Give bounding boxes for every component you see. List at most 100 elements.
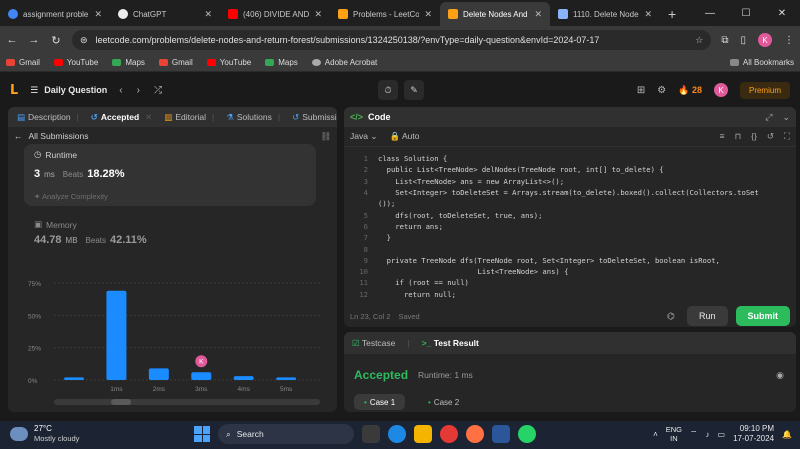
shuffle-icon[interactable]: ⤮ [154, 85, 162, 96]
tab-testcase[interactable]: ☑ Testcase [352, 338, 395, 349]
code-line[interactable]: 8 [344, 243, 796, 254]
case-1-tab[interactable]: • Case 1 [354, 394, 406, 410]
code-line[interactable]: 6 return ans; [344, 221, 796, 232]
tab-editorial[interactable]: ▥ Editorial | [159, 112, 219, 123]
reload-icon[interactable]: ↻ [50, 34, 62, 47]
extensions-icon[interactable]: ⧉ [721, 35, 728, 46]
user-avatar[interactable]: K [713, 83, 728, 97]
browser-tab[interactable]: (406) DIVIDE AND ✕ [220, 2, 330, 26]
close-icon[interactable]: ✕ [534, 9, 542, 20]
edge-icon[interactable] [388, 425, 406, 443]
close-icon[interactable]: ✕ [145, 112, 152, 123]
premium-button[interactable]: Premium [739, 81, 790, 99]
chart-bar[interactable] [64, 377, 84, 380]
windows-start-icon[interactable] [194, 426, 210, 442]
notification-bell-icon[interactable]: 🔔 [782, 430, 792, 439]
site-info-icon[interactable]: ⊜ [80, 35, 88, 46]
close-icon[interactable]: ✕ [94, 9, 102, 20]
close-icon[interactable]: ✕ [204, 9, 212, 20]
link-icon[interactable]: ⛓ [320, 131, 331, 142]
bookmark-gmail[interactable]: Gmail [158, 58, 193, 67]
layout-icon[interactable]: ⊞ [637, 85, 645, 96]
word-icon[interactable] [492, 425, 510, 443]
eye-icon[interactable]: ◉ [776, 370, 784, 381]
back-arrow-icon[interactable]: ← [14, 131, 23, 141]
prev-question-icon[interactable]: ‹ [119, 85, 122, 96]
fullscreen-icon[interactable]: ⛶ [784, 131, 790, 142]
run-button[interactable]: Run [686, 306, 728, 326]
all-bookmarks[interactable]: All Bookmarks [729, 58, 794, 67]
code-line[interactable]: 4 Set<Integer> toDeleteSet = Arrays.stre… [344, 187, 796, 198]
debug-icon[interactable]: ⌬ [667, 311, 675, 322]
all-submissions-link[interactable]: All Submissions [29, 131, 89, 141]
chrome-profile-icon[interactable] [466, 425, 484, 443]
address-bar[interactable]: ⊜ leetcode.com/problems/delete-nodes-and… [72, 30, 712, 50]
tab-solutions[interactable]: ⚗ Solutions | [221, 112, 285, 123]
close-icon[interactable]: ✕ [314, 9, 322, 20]
memory-label[interactable]: ▣ Memory [34, 219, 77, 230]
maximize-button[interactable]: ☐ [728, 8, 764, 19]
clock[interactable]: 09:10 PM 17-07-2024 [733, 424, 774, 444]
collapse-icon[interactable]: ⌄ [782, 112, 790, 123]
next-question-icon[interactable]: › [137, 85, 140, 96]
browser-tab-active[interactable]: Delete Nodes And ✕ [440, 2, 550, 26]
code-line[interactable]: 3 List<TreeNode> ans = new ArrayList<>()… [344, 176, 796, 187]
code-line[interactable]: 11 if (root == null) [344, 277, 796, 288]
bookmark-star-icon[interactable]: ☆ [695, 35, 703, 46]
runtime-distribution-chart[interactable]: 75% 50% 25% 0% K 1ms 2ms 3ms 4ms 5ms [8, 277, 337, 412]
language-indicator[interactable]: ENG IN [666, 425, 682, 443]
chart-scrollbar-thumb[interactable] [111, 399, 131, 405]
reset-icon[interactable]: ↺ [767, 131, 774, 142]
chart-bar[interactable] [276, 377, 297, 380]
chart-bar[interactable] [233, 376, 254, 380]
code-line[interactable]: 7 } [344, 232, 796, 243]
back-icon[interactable]: ← [6, 34, 18, 46]
browser-tab[interactable]: Problems - LeetCo ✕ [330, 2, 440, 26]
sidebar-icon[interactable]: ▯ [740, 35, 746, 46]
file-explorer-icon[interactable] [414, 425, 432, 443]
close-icon[interactable]: ✕ [644, 9, 652, 20]
browser-tab[interactable]: assignment proble ✕ [0, 2, 110, 26]
language-select[interactable]: Java ⌄ [350, 131, 377, 142]
daily-question-link[interactable]: ☰ Daily Question [30, 85, 107, 96]
case-2-tab[interactable]: • Case 2 [418, 394, 469, 410]
tab-accepted[interactable]: ↺ Accepted ✕ [86, 112, 158, 123]
volume-icon[interactable]: ♪ [706, 430, 710, 439]
bookmark-icon[interactable]: ⊓ [735, 131, 742, 142]
close-icon[interactable]: ✕ [424, 9, 432, 20]
chrome-icon[interactable] [440, 425, 458, 443]
browser-tab[interactable]: ChatGPT ✕ [110, 2, 220, 26]
code-line[interactable]: 1 class Solution { [344, 153, 796, 164]
menu-icon[interactable]: ⋮ [784, 35, 794, 46]
wifi-icon[interactable]: ⌔ [690, 429, 698, 439]
code-line[interactable]: 10 List<TreeNode> ans) { [344, 266, 796, 277]
bookmark-maps[interactable]: Maps [265, 58, 298, 67]
code-line[interactable]: 2 public List<TreeNode> delNodes(TreeNod… [344, 164, 796, 175]
task-view-icon[interactable] [362, 425, 380, 443]
leetcode-logo-icon[interactable]: ᒪ [10, 82, 18, 98]
code-line[interactable]: ()); [344, 198, 796, 209]
new-tab-button[interactable]: + [660, 2, 684, 26]
tab-description[interactable]: ▤ Description | [12, 112, 84, 123]
maximize-icon[interactable]: ⤢ [765, 112, 772, 123]
auto-mode-toggle[interactable]: 🔒 Auto [389, 131, 419, 142]
minimize-button[interactable]: — [692, 8, 728, 19]
code-line[interactable]: 5 dfs(root, toDeleteSet, true, ans); [344, 209, 796, 220]
notes-icon[interactable]: ✎ [404, 80, 424, 100]
profile-avatar[interactable]: K [758, 33, 772, 47]
bookmark-gmail[interactable]: Gmail [6, 58, 40, 67]
code-editor[interactable]: 1 class Solution {2 public List<TreeNode>… [344, 153, 796, 303]
timer-icon[interactable]: ⏱ [378, 80, 398, 100]
close-window-button[interactable]: ✕ [764, 8, 800, 19]
submit-button[interactable]: Submit [735, 306, 790, 326]
bookmark-maps[interactable]: Maps [112, 58, 145, 67]
chevron-up-icon[interactable]: ˄ [653, 430, 658, 439]
chart-bar[interactable] [148, 368, 169, 380]
bookmark-adobe-acrobat[interactable]: Adobe Acrobat [311, 58, 377, 67]
bookmark-youtube[interactable]: YouTube [53, 58, 98, 67]
taskbar-search[interactable]: ⌕ Search [218, 424, 354, 444]
code-line[interactable]: 9 private TreeNode dfs(TreeNode root, Se… [344, 255, 796, 266]
chart-bar[interactable] [106, 290, 127, 380]
forward-icon[interactable]: → [28, 34, 40, 46]
chart-bar[interactable] [191, 372, 212, 380]
